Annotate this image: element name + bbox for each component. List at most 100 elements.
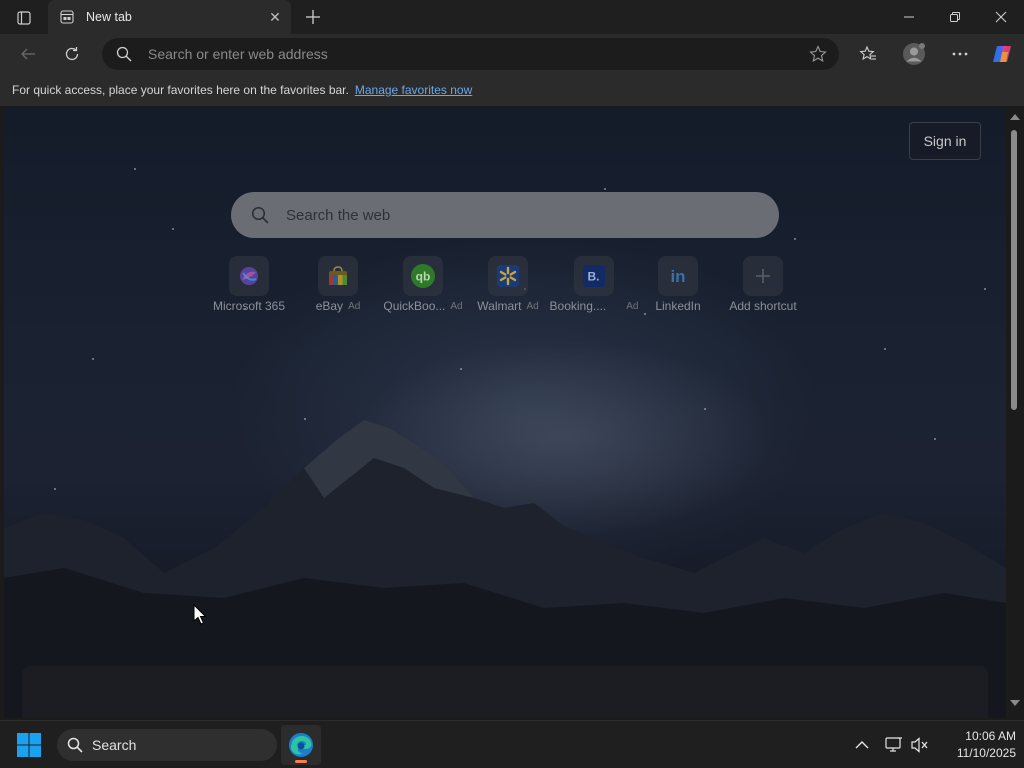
browser-window: New tab ✕ Search or enter web address Fo… [0, 0, 1024, 768]
new-tab-button[interactable] [301, 5, 325, 29]
plus-icon [306, 10, 320, 24]
search-icon [251, 206, 269, 229]
start-button[interactable] [16, 732, 42, 758]
search-icon [67, 737, 83, 753]
shortcut-label: Walmart Ad [477, 299, 538, 313]
volume-button[interactable] [908, 733, 932, 757]
ebay-tile [318, 256, 358, 296]
microsoft-365-icon [240, 267, 258, 285]
profile-button[interactable] [898, 38, 930, 70]
close-window-button[interactable] [978, 0, 1024, 34]
shortcut-label: Booking.... Ad [550, 299, 639, 313]
taskbar-search-label: Search [92, 737, 137, 753]
tab-new-tab[interactable]: New tab ✕ [48, 0, 291, 34]
address-input[interactable] [148, 38, 788, 70]
ad-badge: Ad [348, 300, 361, 312]
booking-icon: B. [583, 265, 605, 287]
page-scrollbar[interactable] [1006, 108, 1024, 718]
shortcut-microsoft-365[interactable]: Microsoft 365 [205, 256, 293, 313]
tab-close-icon[interactable]: ✕ [265, 7, 285, 27]
network-button[interactable] [882, 733, 906, 757]
chevron-up-icon [855, 741, 869, 749]
shortcut-label: Microsoft 365 [213, 299, 285, 313]
minimize-button[interactable] [886, 0, 932, 34]
restore-button[interactable] [932, 0, 978, 34]
shortcut-label: LinkedIn [655, 299, 700, 313]
navigation-toolbar [0, 34, 1024, 74]
volume-muted-icon [911, 737, 928, 753]
taskbar-search-box[interactable]: Search [57, 729, 277, 761]
svg-text:B.: B. [588, 270, 600, 284]
shortcut-name: Microsoft 365 [212, 299, 286, 313]
scrollbar-thumb[interactable] [1011, 130, 1017, 410]
shortcut-name: QuickBoo... [383, 299, 446, 313]
address-bar[interactable] [102, 38, 839, 70]
shortcut-name: Walmart [477, 299, 522, 313]
svg-text:qb: qb [416, 270, 431, 284]
scroll-up-arrow-icon[interactable] [1010, 114, 1020, 120]
taskbar-edge-button[interactable] [281, 725, 321, 765]
linkedin-icon: in [670, 267, 685, 286]
shortcut-ebay[interactable]: eBay Ad [294, 256, 382, 313]
sign-in-button[interactable]: Sign in [909, 122, 981, 160]
shortcut-booking[interactable]: B. Booking.... Ad [550, 256, 638, 313]
quick-links: Microsoft 365 eBay Ad qb QuickBoo... Ad Wa… [204, 256, 804, 316]
refresh-button[interactable] [56, 38, 88, 70]
favorites-button[interactable] [852, 38, 884, 70]
favorites-icon [859, 45, 876, 61]
copilot-button[interactable] [986, 38, 1018, 70]
shortcut-walmart[interactable]: Walmart Ad [464, 256, 552, 313]
restore-icon [950, 12, 960, 22]
minimize-icon [904, 16, 914, 18]
shortcut-label: QuickBoo... Ad [383, 299, 462, 313]
shortcut-label: Add shortcut [729, 299, 796, 313]
shortcut-name: eBay [315, 299, 344, 313]
system-clock[interactable]: 10:06 AM 11/10/2025 [936, 728, 1016, 762]
shortcut-name: Booking.... [549, 299, 607, 313]
new-tab-page-icon [60, 10, 74, 24]
microsoft-365-tile [229, 256, 269, 296]
mouse-cursor-icon [193, 604, 207, 625]
ad-badge: Ad [526, 300, 539, 312]
booking-tile: B. [574, 256, 614, 296]
new-tab-page: Sign in Microsoft 365 eBay Ad [4, 108, 1006, 718]
quickbooks-icon: qb [411, 264, 435, 288]
clock-time: 10:06 AM [965, 729, 1016, 743]
settings-more-button[interactable] [944, 38, 976, 70]
more-dots-icon [952, 52, 968, 56]
search-icon [116, 46, 132, 67]
content-feed-bar[interactable] [22, 666, 988, 718]
web-search-input[interactable] [286, 192, 756, 238]
quickbooks-tile: qb [403, 256, 443, 296]
manage-favorites-link[interactable]: Manage favorites now [355, 83, 472, 97]
favorites-bar: For quick access, place your favorites h… [0, 74, 1024, 106]
tab-actions-icon [17, 11, 31, 25]
add-icon [756, 269, 770, 283]
taskbar: Search 10:06 AM 11/10/2025 [0, 720, 1024, 768]
active-app-indicator [295, 760, 307, 763]
favorites-bar-message: For quick access, place your favorites h… [12, 83, 349, 97]
tab-actions-button[interactable] [10, 7, 38, 29]
shortcut-add[interactable]: Add shortcut [719, 256, 807, 313]
shortcut-label: eBay Ad [316, 299, 361, 313]
refresh-icon [65, 47, 79, 61]
linkedin-tile: in [658, 256, 698, 296]
edge-browser-icon [289, 733, 313, 757]
shortcut-name: LinkedIn [655, 299, 701, 313]
web-search-box[interactable] [231, 192, 779, 238]
shortcut-linkedin[interactable]: in LinkedIn [634, 256, 722, 313]
back-arrow-icon [21, 48, 35, 60]
windows-logo-icon [17, 733, 41, 757]
close-icon [995, 11, 1007, 23]
add-favorite-star-icon[interactable] [809, 45, 827, 68]
copilot-icon [993, 46, 1011, 62]
show-hidden-icons-button[interactable] [850, 733, 874, 757]
walmart-icon [497, 265, 519, 287]
ebay-icon [329, 266, 347, 285]
network-monitor-icon [885, 737, 902, 752]
scroll-down-arrow-icon[interactable] [1010, 700, 1020, 706]
profile-avatar-icon [903, 43, 925, 65]
walmart-tile [488, 256, 528, 296]
back-button[interactable] [12, 38, 44, 70]
shortcut-quickbooks[interactable]: qb QuickBoo... Ad [379, 256, 467, 313]
